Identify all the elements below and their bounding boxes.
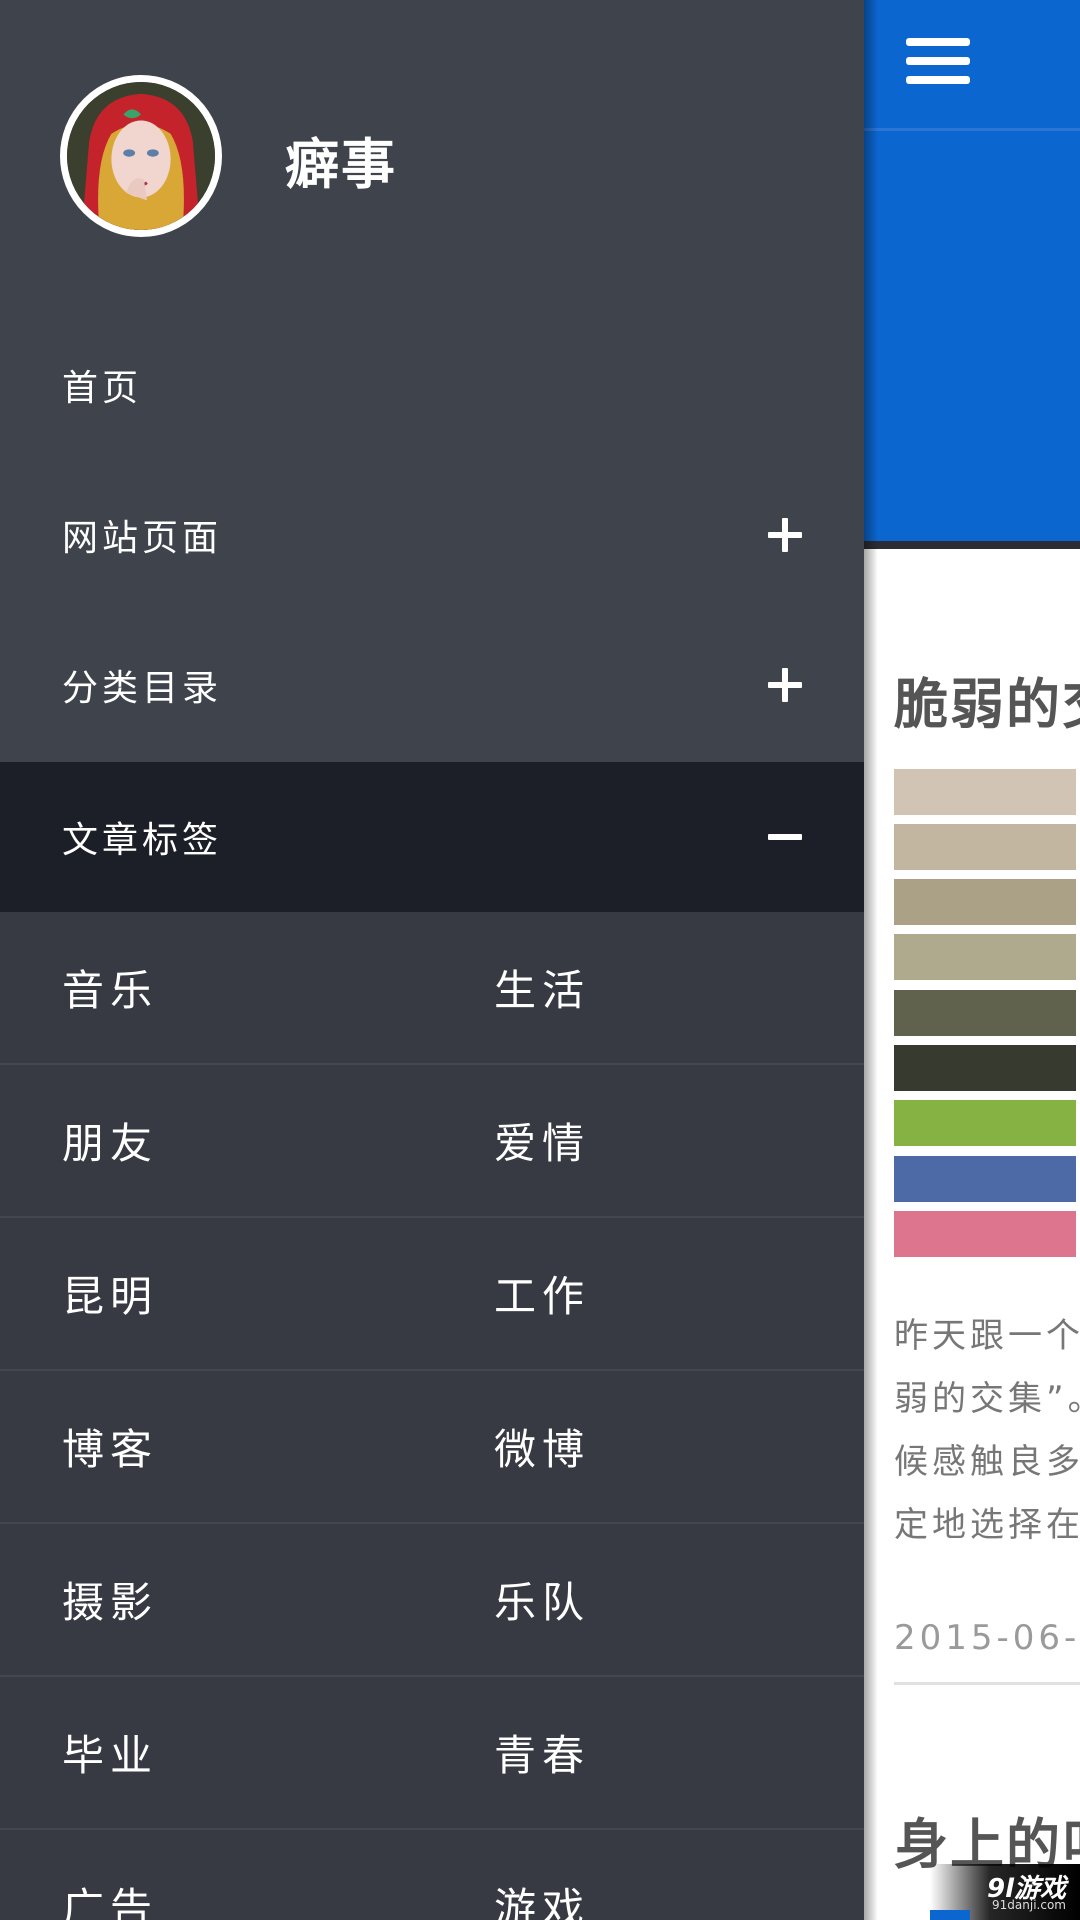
avatar[interactable]	[60, 75, 222, 237]
app-bar	[864, 0, 1080, 131]
user-name: 癖事	[285, 133, 397, 196]
tag-row: 毕业 青春	[0, 1677, 864, 1830]
tag-item[interactable]: 爱情	[494, 1065, 590, 1216]
tag-row: 昆明 工作	[0, 1218, 864, 1371]
tag-row: 朋友 爱情	[0, 1065, 864, 1218]
excerpt-line: 候感触良多	[894, 1442, 1080, 1482]
tag-row: 音乐 生活	[0, 912, 864, 1065]
excerpt-line: 弱的交集”。	[894, 1379, 1080, 1419]
tag-list: 音乐 生活 朋友 爱情 昆明 工作 博客 微博 摄影 乐队 毕业 青春 广告 游…	[0, 912, 864, 1920]
drawer-header: 癖事	[0, 0, 864, 310]
header-banner	[864, 131, 1080, 549]
palette-swatch	[894, 769, 1076, 815]
hamburger-menu-icon[interactable]	[906, 38, 970, 86]
drawer-shadow	[864, 0, 878, 1920]
site-watermark: 9l游戏 91danji.com	[930, 1864, 1080, 1920]
tag-item[interactable]: 毕业	[62, 1677, 158, 1828]
menu-item-label: 分类目录	[62, 668, 223, 709]
minus-icon[interactable]	[768, 820, 802, 854]
palette-swatch	[894, 1100, 1076, 1146]
menu-item-label: 首页	[62, 368, 143, 409]
tag-item[interactable]: 摄影	[62, 1524, 158, 1675]
tag-item[interactable]: 青春	[494, 1677, 590, 1828]
tag-item[interactable]: 广告	[62, 1830, 158, 1920]
tag-item[interactable]: 乐队	[494, 1524, 590, 1675]
tag-item[interactable]: 生活	[494, 912, 590, 1063]
tag-item[interactable]: 昆明	[62, 1218, 158, 1369]
palette-swatch	[894, 824, 1076, 870]
post-title[interactable]: 脆弱的交	[894, 660, 1080, 739]
plus-icon[interactable]	[768, 518, 802, 552]
tag-item[interactable]: 音乐	[62, 912, 158, 1063]
menu-item-categories[interactable]: 分类目录	[0, 610, 864, 760]
palette-swatch	[894, 934, 1076, 980]
menu-item-home[interactable]: 首页	[0, 310, 864, 460]
divider	[894, 1682, 1080, 1685]
palette-swatch	[894, 1156, 1076, 1202]
tag-row: 广告 游戏	[0, 1830, 864, 1920]
excerpt-line: 昨天跟一个	[894, 1316, 1080, 1356]
avatar-image	[67, 82, 215, 230]
main-content: 脆弱的交 昨天跟一个 弱的交集”。 候感触良多 定地选择在 2015-06-2 …	[864, 0, 1080, 1920]
palette-swatch	[894, 990, 1076, 1036]
palette-swatch	[894, 879, 1076, 925]
watermark-accent	[930, 1910, 970, 1920]
tag-row: 博客 微博	[0, 1371, 864, 1524]
palette-swatch	[894, 1211, 1076, 1257]
tag-row: 摄影 乐队	[0, 1524, 864, 1677]
palette-swatch	[894, 1045, 1076, 1091]
plus-icon[interactable]	[768, 668, 802, 702]
tag-item[interactable]: 工作	[494, 1218, 590, 1369]
menu-item-tags[interactable]: 文章标签	[0, 762, 864, 912]
navigation-drawer: 癖事 首页 网站页面 分类目录 文章标签 音乐 生活 朋友 爱情 昆明 工作 博…	[0, 0, 864, 1920]
tag-item[interactable]: 博客	[62, 1371, 158, 1522]
tag-item[interactable]: 微博	[494, 1371, 590, 1522]
tag-item[interactable]: 游戏	[494, 1830, 590, 1920]
menu-item-site-pages[interactable]: 网站页面	[0, 460, 864, 610]
post-date: 2015-06-2	[894, 1618, 1080, 1658]
tag-item[interactable]: 朋友	[62, 1065, 158, 1216]
post-excerpt: 昨天跟一个 弱的交集”。 候感触良多 定地选择在	[894, 1305, 1080, 1557]
watermark-url: 91danji.com	[992, 1898, 1066, 1912]
menu-item-label: 文章标签	[62, 820, 223, 861]
excerpt-line: 定地选择在	[894, 1505, 1080, 1545]
menu-item-label: 网站页面	[62, 518, 223, 559]
